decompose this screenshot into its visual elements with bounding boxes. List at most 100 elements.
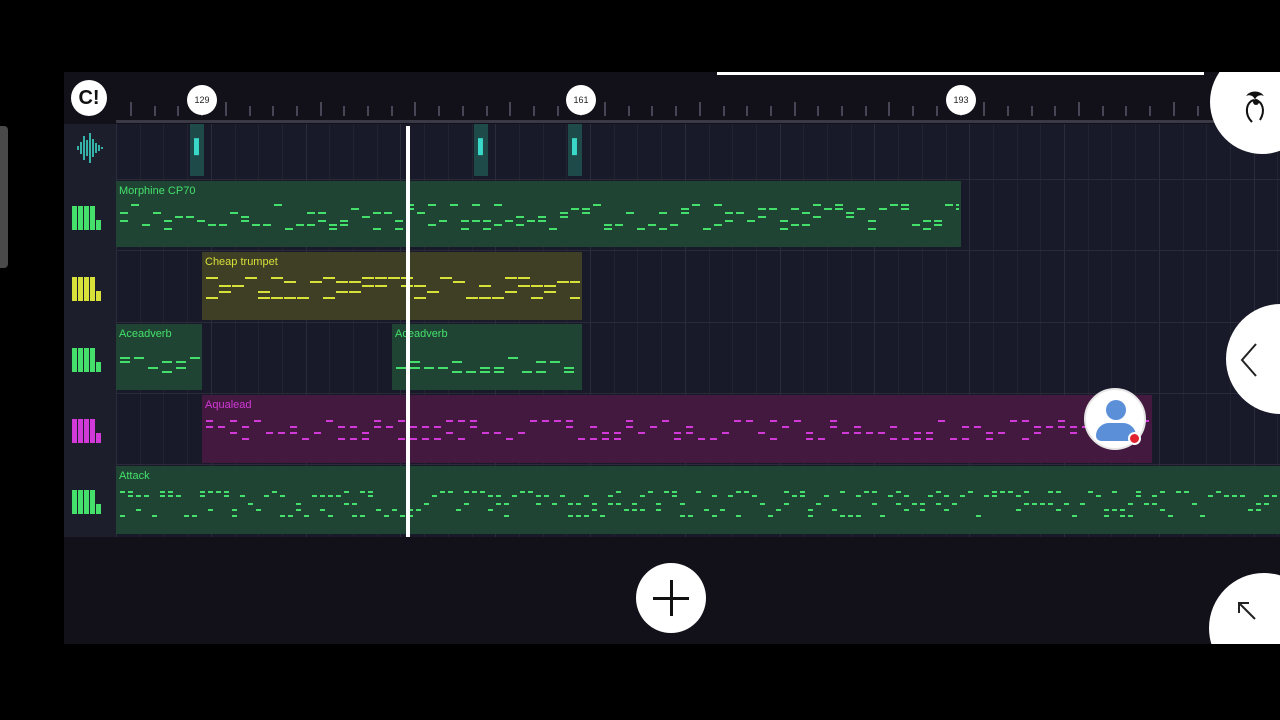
arrangement-grid[interactable]: ▌ ▌ ▌ Morphine CP70 Cheap trumpet Aceadv…	[116, 124, 1280, 537]
pattern-clip-aceadverb[interactable]: Aceadverb	[392, 324, 582, 390]
ruler-tick	[1101, 106, 1104, 116]
playlist-view: 129 161 193 C! ▌ ▌ ▌ Morphine CP70 Cheap…	[64, 72, 1280, 644]
magnet-icon: C!	[78, 87, 100, 109]
ruler-tick	[414, 102, 417, 116]
piano-keys-icon[interactable]	[64, 202, 116, 235]
ruler-tick	[319, 102, 322, 116]
clip-label: Morphine CP70	[119, 185, 196, 197]
key-bar	[90, 419, 95, 443]
ruler-tick	[1078, 102, 1080, 116]
key-bar	[96, 433, 101, 443]
notification-dot	[1128, 432, 1141, 445]
ruler-tick	[438, 106, 441, 116]
expand-button[interactable]	[1209, 573, 1280, 644]
ruler-tick	[295, 106, 298, 116]
screen-edge-handle	[0, 126, 8, 268]
key-bar	[96, 504, 101, 514]
key-bar	[84, 206, 89, 230]
waveform-icon[interactable]	[64, 130, 116, 171]
ruler-baseline	[116, 120, 1280, 123]
key-bar	[72, 490, 77, 514]
ruler-tick	[817, 106, 820, 116]
key-bar	[72, 206, 77, 230]
ruler-tick	[1054, 106, 1057, 116]
track-divider	[116, 464, 1280, 465]
piano-keys-icon[interactable]	[64, 344, 116, 377]
ruler-tick	[461, 106, 464, 116]
audio-clip-marker: ▌	[572, 138, 582, 154]
key-bar	[90, 490, 95, 514]
clip-label: Attack	[119, 470, 150, 482]
add-track-button[interactable]	[636, 563, 706, 633]
audio-clip-marker: ▌	[478, 138, 488, 154]
clip-label: Aqualead	[205, 399, 252, 411]
clip-notes	[120, 491, 1277, 517]
arrow-up-left-icon	[1238, 602, 1256, 620]
piano-keys-icon[interactable]	[64, 415, 116, 448]
timeline-ruler[interactable]: 129 161 193 C!	[64, 72, 1280, 124]
key-bar	[78, 277, 83, 301]
key-bar	[78, 419, 83, 443]
ruler-tick	[1149, 106, 1152, 116]
ruler-tick	[888, 102, 891, 116]
audio-clip[interactable]: ▌	[568, 124, 582, 176]
key-bar	[84, 490, 89, 514]
ruler-tick	[841, 106, 843, 116]
ruler-tick	[509, 102, 512, 116]
ruler-tick	[390, 106, 393, 116]
clip-notes	[206, 420, 1149, 440]
piano-keys-icon[interactable]	[64, 273, 116, 306]
clip-notes	[120, 204, 959, 230]
piano-keys-icon[interactable]	[64, 486, 116, 519]
key-bar	[84, 419, 89, 443]
avatar-head	[1106, 400, 1126, 420]
key-bar	[96, 291, 101, 301]
fruit-logo-icon	[1246, 91, 1264, 123]
audio-clip-marker: ▌	[194, 138, 204, 154]
bar-marker-161[interactable]: 161	[566, 85, 596, 115]
clip-label: Aceadverb	[395, 328, 448, 340]
ruler-tick	[130, 102, 132, 116]
key-bar	[78, 348, 83, 372]
ruler-tick	[485, 106, 488, 116]
ruler-tick	[935, 106, 938, 116]
bar-marker-129[interactable]: 129	[187, 85, 217, 115]
pattern-clip-aceadverb[interactable]: Aceadverb	[116, 324, 202, 390]
ruler-tick	[153, 106, 156, 116]
key-bar	[90, 348, 95, 372]
key-bar	[84, 348, 89, 372]
clip-label: Aceadverb	[119, 328, 172, 340]
progress-indicator	[717, 72, 1204, 75]
playhead[interactable]	[406, 126, 410, 537]
magnet-snap-button[interactable]: C!	[71, 80, 107, 116]
pattern-clip-trumpet[interactable]: Cheap trumpet	[202, 252, 582, 320]
key-bar	[72, 419, 77, 443]
key-bar	[78, 490, 83, 514]
bar-marker-193[interactable]: 193	[946, 85, 976, 115]
ruler-tick	[1172, 102, 1175, 116]
ruler-tick	[627, 106, 630, 116]
ruler-tick	[272, 106, 275, 116]
pattern-clip-aqualead[interactable]: Aqualead	[202, 395, 1152, 463]
pattern-clip-attack[interactable]: Attack	[116, 466, 1280, 534]
ruler-tick	[769, 106, 772, 116]
pattern-clip-morphine[interactable]: Morphine CP70	[116, 181, 961, 247]
ruler-tick	[675, 106, 678, 116]
ruler-tick	[1125, 106, 1128, 116]
ruler-tick	[746, 106, 749, 116]
ruler-tick	[698, 102, 701, 116]
track-headers	[64, 124, 116, 537]
ruler-tick	[224, 102, 227, 116]
ruler-tick	[556, 106, 559, 116]
ruler-tick	[177, 106, 180, 116]
key-bar	[84, 277, 89, 301]
ruler-tick	[248, 106, 251, 116]
user-avatar-icon[interactable]	[1084, 388, 1146, 450]
key-bar	[90, 277, 95, 301]
ruler-tick	[864, 106, 867, 116]
key-bar	[90, 206, 95, 230]
audio-clip[interactable]: ▌	[474, 124, 488, 176]
key-bar	[96, 220, 101, 230]
key-bar	[72, 348, 77, 372]
audio-clip[interactable]: ▌	[190, 124, 204, 176]
